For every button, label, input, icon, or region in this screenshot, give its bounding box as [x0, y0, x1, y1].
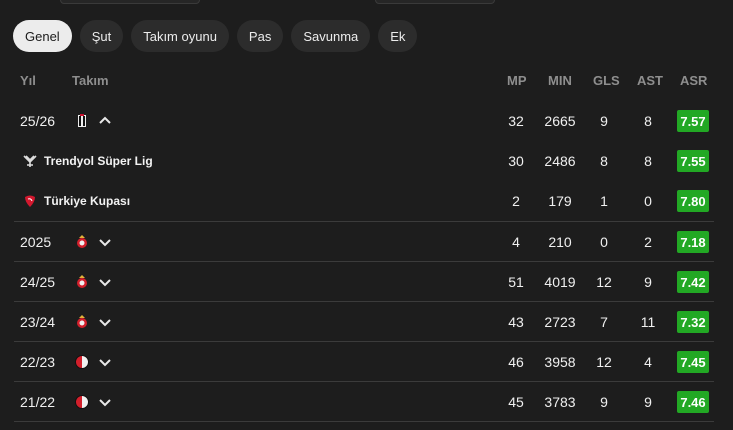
ast-value: 8 — [644, 113, 652, 129]
competition-row: Türkiye Kupası 2 179 1 0 7.80 — [14, 181, 714, 221]
season-year: 2025 — [20, 234, 52, 250]
min-value: 4019 — [544, 274, 576, 290]
mp-value: 46 — [508, 354, 524, 370]
season-row[interactable]: 22/23 46 3958 12 4 7.45 — [14, 341, 714, 381]
competition-row: Trendyol Süper Lig 30 2486 8 8 7.55 — [14, 141, 714, 181]
gls-value: 12 — [596, 354, 612, 370]
rating-badge: 7.42 — [677, 271, 709, 293]
chevron-down-icon[interactable] — [97, 394, 113, 410]
feyenoord-badge-icon — [75, 355, 89, 369]
gls-value: 12 — [596, 274, 612, 290]
season-row[interactable]: 24/25 51 4019 12 9 7.42 — [14, 261, 714, 301]
gls-value: 9 — [600, 394, 608, 410]
mp-value: 51 — [508, 274, 524, 290]
header-mp: MP — [507, 73, 527, 88]
tab-pas[interactable]: Pas — [236, 20, 284, 52]
header-team: Takım — [72, 73, 109, 88]
season-row[interactable]: 21/22 45 3783 9 9 7.46 — [14, 381, 714, 421]
tab-sut[interactable]: Şut — [79, 20, 124, 52]
mp-value: 32 — [508, 113, 524, 129]
tab-savunma[interactable]: Savunma — [291, 20, 371, 52]
header-ast: AST — [637, 73, 663, 88]
mp-value: 45 — [508, 394, 524, 410]
season-year: 22/23 — [20, 354, 56, 370]
super-lig-icon — [23, 155, 37, 167]
ast-value: 9 — [644, 394, 652, 410]
turkiye-kupasi-icon — [25, 195, 35, 207]
min-value: 2486 — [544, 153, 576, 169]
benfica-badge-icon — [77, 235, 87, 248]
header-asr: ASR — [680, 73, 708, 88]
season-year: 25/26 — [20, 113, 56, 129]
tab-takim-oyunu[interactable]: Takım oyunu — [131, 20, 229, 52]
gls-value: 9 — [600, 113, 608, 129]
rating-badge: 7.57 — [677, 110, 709, 132]
chevron-down-icon[interactable] — [97, 234, 113, 250]
rating-badge: 7.18 — [677, 231, 709, 253]
benfica-badge-icon — [77, 275, 87, 288]
top-scroll-strip — [0, 0, 733, 6]
ast-value: 4 — [644, 354, 652, 370]
besiktas-badge-icon — [78, 114, 86, 127]
min-value: 2665 — [544, 113, 576, 129]
season-row[interactable]: 25/26 32 2665 9 8 7.57 — [14, 101, 714, 141]
chevron-down-icon[interactable] — [97, 274, 113, 290]
gls-value: 1 — [600, 193, 608, 209]
feyenoord-badge-icon — [75, 395, 89, 409]
chevron-up-icon[interactable] — [97, 113, 113, 129]
ast-value: 8 — [644, 153, 652, 169]
season-year: 24/25 — [20, 274, 56, 290]
benfica-badge-icon — [77, 315, 87, 328]
gls-value: 0 — [600, 234, 608, 250]
competition-name: Trendyol Süper Lig — [44, 154, 153, 168]
min-value: 210 — [548, 234, 572, 250]
min-value: 179 — [548, 193, 572, 209]
gls-value: 8 — [600, 153, 608, 169]
ast-value: 9 — [644, 274, 652, 290]
min-value: 3958 — [544, 354, 576, 370]
tab-ek[interactable]: Ek — [378, 20, 418, 52]
mp-value: 4 — [512, 234, 520, 250]
header-year: Yıl — [20, 73, 36, 88]
tab-genel[interactable]: Genel — [13, 20, 72, 52]
rating-badge: 7.80 — [677, 190, 709, 212]
season-year: 23/24 — [20, 314, 56, 330]
chevron-down-icon[interactable] — [97, 354, 113, 370]
header-gls: GLS — [593, 73, 620, 88]
chevron-down-icon[interactable] — [97, 314, 113, 330]
min-value: 2723 — [544, 314, 576, 330]
rating-badge: 7.45 — [677, 351, 709, 373]
mp-value: 30 — [508, 153, 524, 169]
rating-badge: 7.55 — [677, 150, 709, 172]
dropdown-remnant — [60, 0, 200, 4]
season-row[interactable]: 23/24 43 2723 7 11 7.32 — [14, 301, 714, 341]
mp-value: 43 — [508, 314, 524, 330]
ast-value: 0 — [644, 193, 652, 209]
stats-tab-bar: Genel Şut Takım oyunu Pas Savunma Ek — [13, 20, 418, 52]
ast-value: 2 — [644, 234, 652, 250]
table-header: Yıl Takım MP MIN GLS AST ASR — [0, 70, 733, 92]
rating-badge: 7.46 — [677, 391, 709, 413]
competition-name: Türkiye Kupası — [44, 194, 131, 208]
gls-value: 7 — [600, 314, 608, 330]
season-row[interactable]: 2025 4 210 0 2 7.18 — [14, 221, 714, 261]
min-value: 3783 — [544, 394, 576, 410]
season-year: 21/22 — [20, 394, 56, 410]
header-min: MIN — [548, 73, 572, 88]
mp-value: 2 — [512, 193, 520, 209]
ast-value: 11 — [640, 314, 656, 330]
dropdown-remnant — [375, 0, 495, 4]
rating-badge: 7.32 — [677, 311, 709, 333]
table-row-divider — [14, 421, 714, 430]
